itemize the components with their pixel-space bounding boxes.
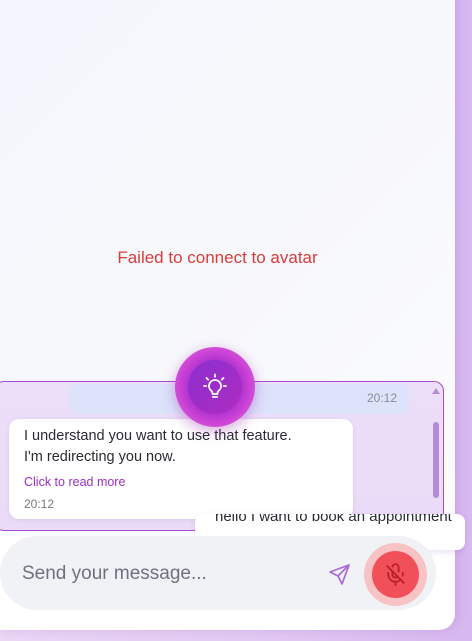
message-composer <box>0 536 436 610</box>
message-list-scrollbar[interactable] <box>432 388 440 523</box>
bot-message-time: 20:12 <box>24 497 55 511</box>
mic-toggle-button[interactable] <box>364 543 427 606</box>
user-message-text: hello I want to book an appointment <box>215 514 452 525</box>
bot-message-text: I understand you want to use that featur… <box>24 426 344 468</box>
avatar-error-message: Failed to connect to avatar <box>117 248 318 267</box>
mic-off-icon <box>386 563 405 586</box>
scroll-up-arrow-icon[interactable] <box>432 388 440 394</box>
previous-message-time: 20:12 <box>366 391 397 405</box>
bot-message-line-2: I'm redirecting you now. <box>24 449 176 465</box>
message-input[interactable] <box>20 560 314 588</box>
hint-button-core <box>188 360 242 414</box>
send-icon[interactable] <box>327 562 353 586</box>
bot-message-bubble: I understand you want to use that featur… <box>9 419 353 519</box>
read-more-link[interactable]: Click to read more <box>24 475 125 489</box>
mic-button-core <box>372 551 419 598</box>
bot-message-line-1: I understand you want to use that featur… <box>24 428 292 444</box>
scrollbar-thumb[interactable] <box>433 422 439 498</box>
lightbulb-icon <box>203 373 227 398</box>
hint-button[interactable] <box>175 347 255 427</box>
